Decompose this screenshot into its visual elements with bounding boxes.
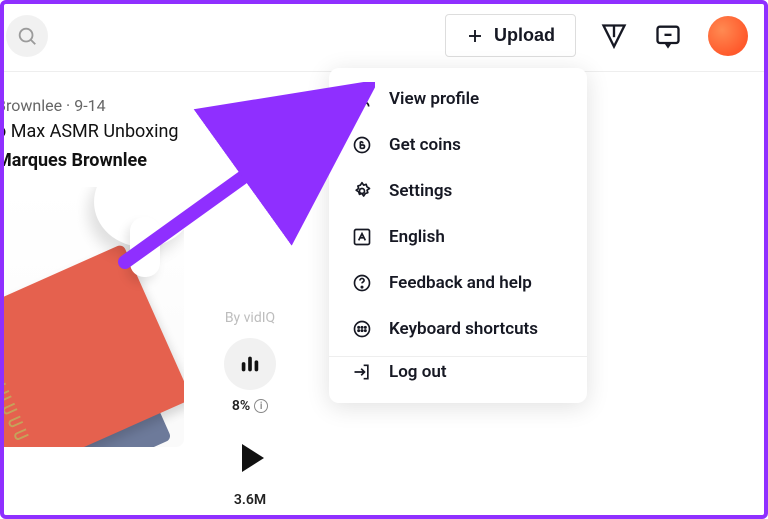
logout-icon [351,361,373,383]
engagement-value: 8% i [200,398,300,414]
play-button[interactable] [224,432,276,484]
upload-label: Upload [494,25,555,46]
plus-icon [466,27,484,45]
menu-label: View profile [389,89,479,109]
inbox-button[interactable] [652,20,684,52]
play-icon [242,444,264,472]
play-count: 3.6M [200,492,300,508]
menu-language[interactable]: English [329,214,587,260]
menu-view-profile[interactable]: View profile [329,76,587,122]
avatar[interactable] [708,16,748,56]
menu-label: Keyboard shortcuts [389,319,538,339]
person-icon [351,88,373,110]
profile-dropdown: View profile Get coins Settings English … [329,68,587,403]
video-thumbnail[interactable] [0,187,184,447]
inbox-icon [654,22,682,50]
gear-icon [351,180,373,202]
bar-chart-icon [239,353,261,375]
stats-byline: By vidIQ [200,310,300,326]
menu-label: English [389,227,445,247]
menu-get-coins[interactable]: Get coins [329,122,587,168]
messages-button[interactable] [598,20,630,52]
menu-label: Settings [389,181,452,201]
stats-sidebar: By vidIQ 8% i 3.6M [200,310,300,508]
coin-icon [351,134,373,156]
send-icon [600,22,628,50]
menu-label: Get coins [389,135,461,155]
menu-logout[interactable]: Log out [329,356,587,395]
menu-label: Feedback and help [389,273,532,293]
menu-shortcuts[interactable]: Keyboard shortcuts [329,306,587,352]
language-icon [351,226,373,248]
menu-feedback[interactable]: Feedback and help [329,260,587,306]
menu-settings[interactable]: Settings [329,168,587,214]
keyboard-icon [351,318,373,340]
menu-label: Log out [389,362,447,382]
header-bar: Upload [0,0,768,72]
search-icon [16,25,38,47]
engagement-button[interactable] [224,338,276,390]
upload-button[interactable]: Upload [445,14,576,57]
help-icon [351,272,373,294]
search-button[interactable] [6,15,48,57]
info-icon[interactable]: i [254,399,268,413]
